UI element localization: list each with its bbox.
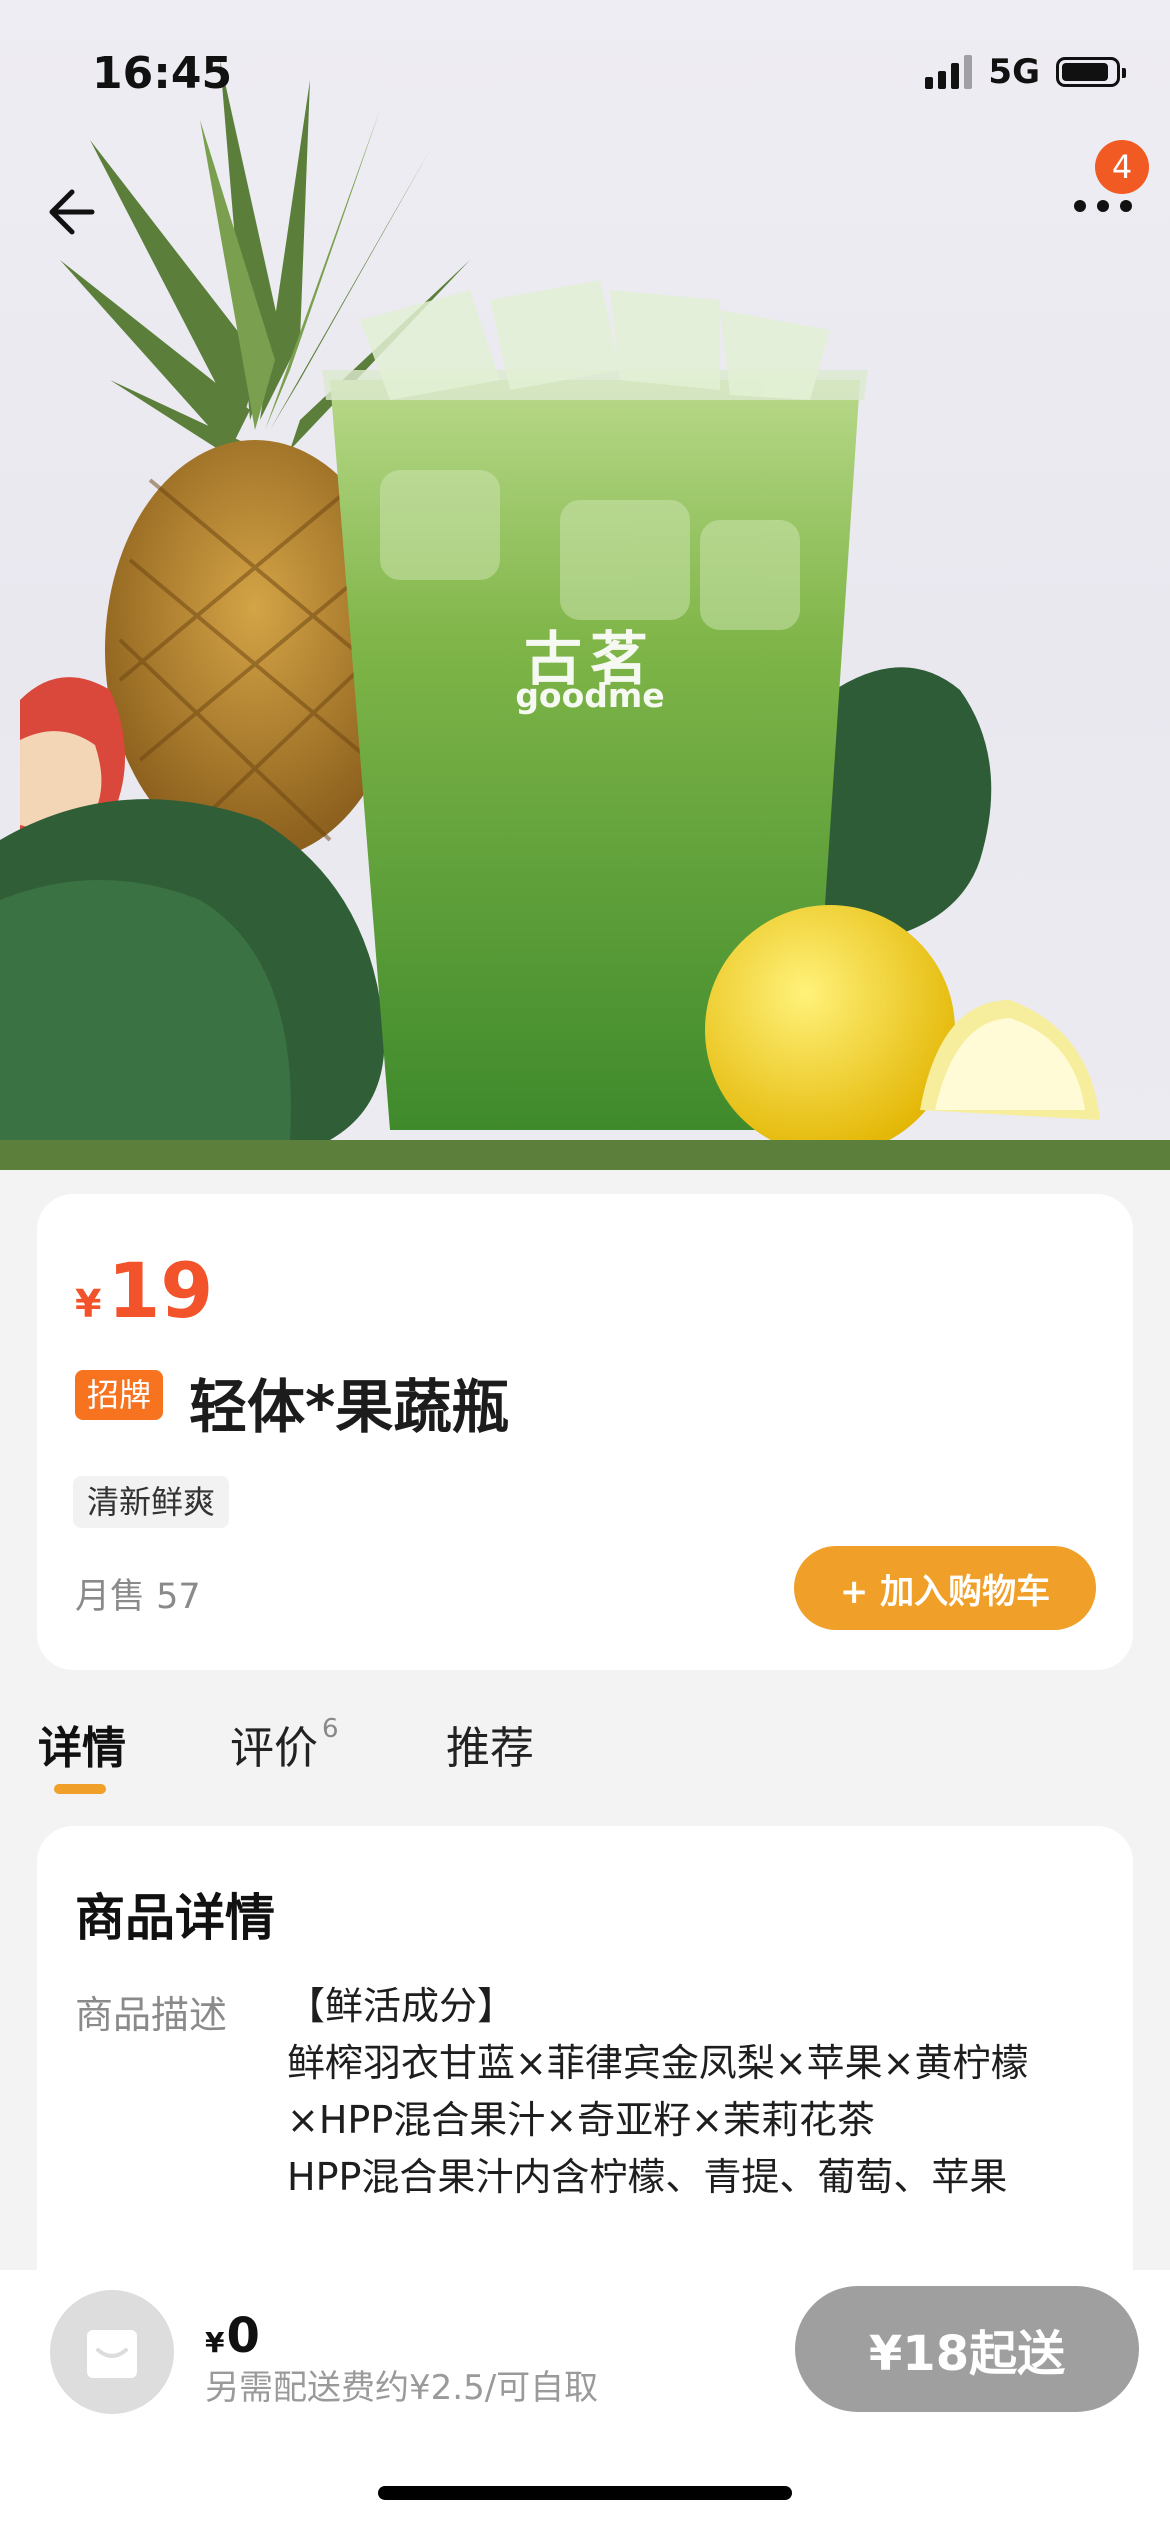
- product-price: ¥ 19: [75, 1246, 213, 1335]
- tab-reviews-label: 评价: [230, 1723, 318, 1774]
- battery-icon: [1056, 57, 1126, 87]
- description-line: 鲜榨羽衣甘蓝×菲律宾金凤梨×苹果×黄柠檬: [287, 2041, 1029, 2085]
- product-info-card: ¥ 19 招牌 轻体*果蔬瓶 清新鲜爽 月售 57 + 加入购物车: [37, 1194, 1133, 1670]
- shopping-bag-icon: [87, 2330, 137, 2378]
- monthly-sales: 月售 57: [75, 1577, 201, 1617]
- checkout-button[interactable]: ¥18起送: [795, 2286, 1139, 2412]
- product-hero-image: 古茗 goodme: [0, 0, 1170, 1170]
- product-name: 轻体*果蔬瓶: [189, 1373, 510, 1441]
- status-indicators: 5G: [925, 52, 1126, 92]
- network-type: 5G: [988, 52, 1040, 92]
- tab-reviews-count: 6: [322, 1714, 339, 1745]
- cart-bar: ¥ 0 另需配送费约¥2.5/可自取 ¥18起送: [0, 2270, 1170, 2532]
- status-time: 16:45: [92, 48, 233, 99]
- signal-icon: [925, 55, 973, 89]
- description-line: ×HPP混合果汁×奇亚籽×茉莉花茶: [287, 2098, 875, 2142]
- tab-recommend-label: 推荐: [446, 1723, 534, 1774]
- tab-details-label: 详情: [38, 1723, 126, 1774]
- flavor-tag: 清新鲜爽: [73, 1476, 230, 1528]
- description-line: 【鲜活成分】: [287, 1984, 516, 2028]
- description-text: 【鲜活成分】 鲜榨羽衣甘蓝×菲律宾金凤梨×苹果×黄柠檬 ×HPP混合果汁×奇亚籽…: [287, 1978, 1117, 2206]
- home-indicator: [378, 2486, 792, 2500]
- product-photo: [0, 60, 1100, 1155]
- total-value: 0: [226, 2308, 260, 2364]
- back-button[interactable]: [40, 172, 120, 252]
- tab-details[interactable]: 详情: [38, 1712, 126, 1776]
- cup-logo-english: goodme: [515, 676, 665, 715]
- details-heading: 商品详情: [75, 1889, 275, 1947]
- add-to-cart-button[interactable]: + 加入购物车: [794, 1546, 1096, 1630]
- delivery-fee-note: 另需配送费约¥2.5/可自取: [205, 2368, 599, 2408]
- signature-tag: 招牌: [75, 1370, 164, 1420]
- tab-reviews[interactable]: 评价 6: [230, 1712, 339, 1776]
- cart-total: ¥ 0: [205, 2308, 260, 2364]
- description-line: HPP混合果汁内含柠檬、青提、葡萄、苹果: [287, 2155, 1008, 2199]
- hero-bottom-band: [0, 1140, 1170, 1170]
- total-currency: ¥: [205, 2326, 225, 2359]
- tab-recommend[interactable]: 推荐: [446, 1712, 534, 1776]
- arrow-left-icon: [49, 189, 95, 235]
- notification-badge: 4: [1095, 140, 1149, 194]
- price-value: 19: [107, 1246, 214, 1335]
- description-label: 商品描述: [75, 1993, 228, 2037]
- cart-button[interactable]: [50, 2290, 174, 2414]
- price-currency: ¥: [75, 1282, 102, 1326]
- active-tab-indicator: [54, 1784, 106, 1794]
